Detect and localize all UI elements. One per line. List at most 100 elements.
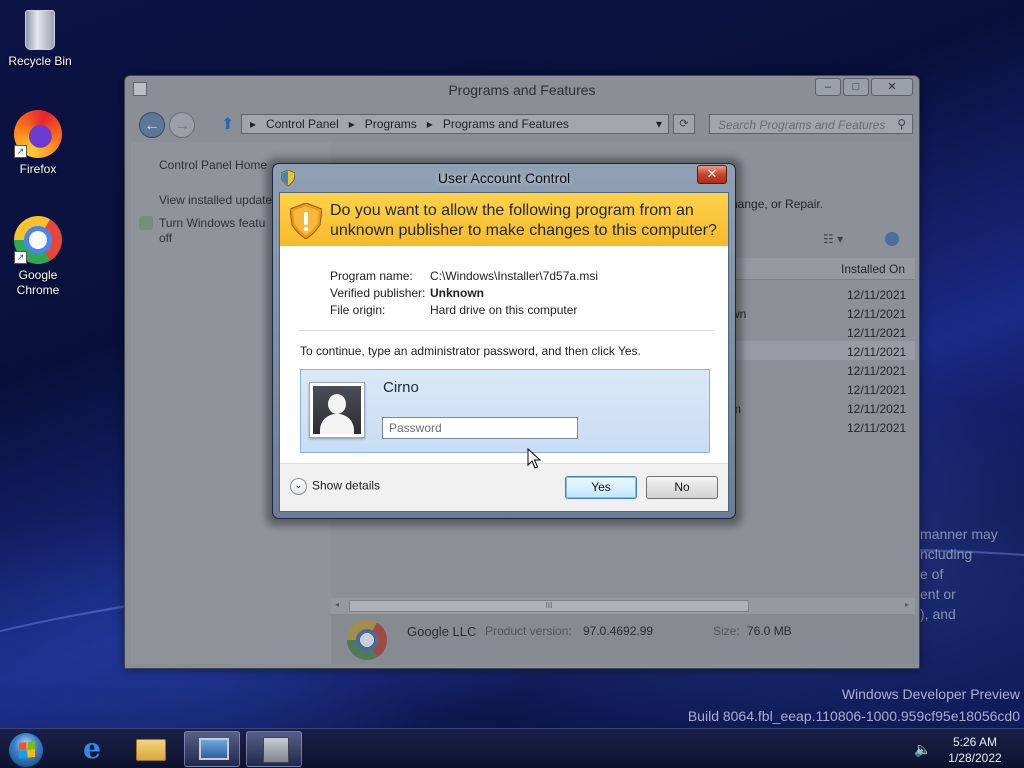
back-button[interactable]: ←: [139, 112, 165, 138]
taskbar-button-control-panel[interactable]: [184, 731, 240, 767]
recycle-bin-icon: [25, 10, 55, 50]
shortcut-arrow-icon: ↗: [14, 251, 27, 264]
program-name-value: C:\Windows\Installer\7d57a.msi: [430, 269, 599, 283]
system-clock[interactable]: 5:26 AM 1/28/2022: [935, 734, 1015, 766]
details-version: 97.0.4692.99: [583, 624, 654, 638]
control-panel-icon: [199, 738, 229, 760]
uninstall-instructions: hange, or Repair.: [731, 197, 824, 211]
file-explorer-icon: [136, 739, 166, 761]
link-view-installed-updates[interactable]: View installed update: [159, 193, 272, 208]
scrollbar-thumb[interactable]: III: [349, 600, 749, 612]
desktop-icon-label: Firefox: [19, 162, 57, 176]
warning-banner: Do you want to allow the following progr…: [280, 193, 728, 246]
minimize-button[interactable]: –: [815, 78, 841, 96]
window-title: Programs and Features: [448, 82, 596, 98]
username: Cirno: [383, 379, 419, 396]
warning-shield-icon: [290, 203, 322, 239]
desktop-icon-recycle-bin[interactable]: Recycle Bin: [2, 6, 78, 69]
breadcrumb-separator-icon: ▸: [250, 117, 257, 131]
details-pane: Google LLC Product version: 97.0.4692.99…: [331, 614, 915, 664]
installed-date: 12/11/2021: [847, 421, 907, 435]
dialog-close-button[interactable]: ✕: [697, 165, 727, 184]
scroll-right-icon[interactable]: ▸: [905, 600, 909, 609]
scroll-left-icon[interactable]: ◂: [335, 600, 339, 609]
installed-date: 12/11/2021: [847, 326, 907, 340]
search-placeholder: Search Programs and Features: [718, 118, 886, 132]
dialog-title: User Account Control: [437, 170, 571, 186]
desktop-icon-firefox[interactable]: ↗ Firefox: [0, 110, 76, 177]
view-options-icon[interactable]: ☷ ▾: [823, 232, 843, 246]
uac-dialog: User Account Control ✕ Do you want to al…: [272, 163, 736, 519]
address-bar[interactable]: ▸ Control Panel ▸ Programs ▸ Programs and Fea…: [241, 114, 669, 134]
chevron-down-icon: ⌄: [290, 478, 307, 495]
refresh-button[interactable]: ⟳: [673, 114, 695, 134]
installed-date: 12/11/2021: [847, 288, 907, 302]
installed-date: 12/11/2021: [847, 364, 907, 378]
avatar: [309, 382, 365, 438]
desktop-icon-label: Google Chrome: [16, 268, 60, 297]
windows-logo-icon: [19, 741, 35, 759]
details-size: 76.0 MB: [747, 624, 792, 638]
taskbar-button-internet-explorer[interactable]: e: [62, 731, 118, 767]
chrome-icon: [347, 620, 387, 660]
up-level-icon[interactable]: ⬆: [221, 114, 234, 134]
link-turn-windows-features[interactable]: Turn Windows featu: [159, 216, 265, 231]
dialog-body: Do you want to allow the following progr…: [279, 192, 729, 512]
os-watermark-title: Windows Developer Preview: [841, 686, 1020, 702]
background-text: e of: [920, 566, 944, 582]
forward-arrow-icon: →: [174, 117, 190, 134]
breadcrumb-control-panel[interactable]: Control Panel: [266, 117, 339, 131]
breadcrumb-programs[interactable]: Programs: [365, 117, 417, 131]
file-origin-label: File origin:: [330, 303, 386, 317]
uac-question: Do you want to allow the following progr…: [330, 202, 717, 239]
shield-icon: [139, 216, 153, 230]
show-details-label: Show details: [312, 478, 381, 493]
help-icon[interactable]: [885, 232, 899, 246]
taskbar-button-file-explorer[interactable]: [122, 731, 178, 767]
link-control-panel-home[interactable]: Control Panel Home: [159, 158, 267, 173]
background-text: manner may: [920, 526, 998, 542]
taskbar: e 🔈 5:26 AM 1/28/2022: [0, 728, 1024, 768]
breadcrumb-programs-and-features[interactable]: Programs and Features: [443, 117, 569, 131]
link-turn-windows-features-cont[interactable]: off: [159, 231, 172, 246]
start-button[interactable]: [8, 732, 44, 768]
speaker-icon[interactable]: 🔈: [914, 741, 931, 758]
no-button[interactable]: No: [646, 476, 718, 499]
installed-date: 12/11/2021: [847, 383, 907, 397]
forward-button[interactable]: →: [169, 112, 195, 138]
credential-tile[interactable]: Cirno: [300, 369, 710, 453]
dialog-titlebar[interactable]: User Account Control ✕: [273, 164, 735, 192]
file-origin-value: Hard drive on this computer: [430, 303, 578, 317]
installed-date: 12/11/2021: [847, 402, 907, 416]
details-publisher: Google LLC: [407, 624, 477, 639]
yes-button[interactable]: Yes: [565, 476, 637, 499]
installed-date: 12/11/2021: [847, 307, 907, 321]
chrome-icon: ↗: [14, 216, 62, 264]
desktop-icon-google-chrome[interactable]: ↗ Google Chrome: [0, 216, 76, 298]
password-input[interactable]: [382, 417, 578, 439]
horizontal-scrollbar[interactable]: ◂ III ▸: [331, 598, 915, 614]
publisher-label: Verified publisher:: [330, 286, 426, 300]
search-input[interactable]: Search Programs and Features ⚲: [709, 114, 913, 134]
breadcrumb-separator-icon: ▸: [426, 117, 433, 131]
address-dropdown-icon[interactable]: ▾: [656, 115, 662, 133]
shortcut-arrow-icon: ↗: [14, 145, 27, 158]
background-text: ), and: [920, 606, 956, 622]
clock-time: 5:26 AM: [952, 735, 998, 749]
show-details-toggle[interactable]: ⌄ Show details: [290, 478, 380, 495]
setup-icon: [263, 737, 289, 763]
background-text: ncluding: [920, 546, 973, 562]
refresh-icon: ⟳: [679, 118, 689, 130]
user-avatar-icon: [313, 386, 361, 434]
firefox-icon: ↗: [14, 110, 62, 158]
maximize-button[interactable]: □: [843, 78, 869, 96]
dialog-footer: ⌄ Show details Yes No: [280, 463, 728, 511]
close-button[interactable]: ✕: [871, 78, 913, 96]
taskbar-button-setup[interactable]: [246, 731, 302, 767]
publisher-value: Unknown: [430, 286, 484, 300]
os-watermark-build: Build 8064.fbl_eeap.110806-1000.959cf95e…: [687, 708, 1020, 724]
column-installed-on[interactable]: Installed On: [841, 262, 905, 276]
details-size-label: Size:: [713, 624, 740, 638]
back-arrow-icon: ←: [144, 117, 160, 134]
clock-date: 1/28/2022: [948, 751, 1002, 765]
